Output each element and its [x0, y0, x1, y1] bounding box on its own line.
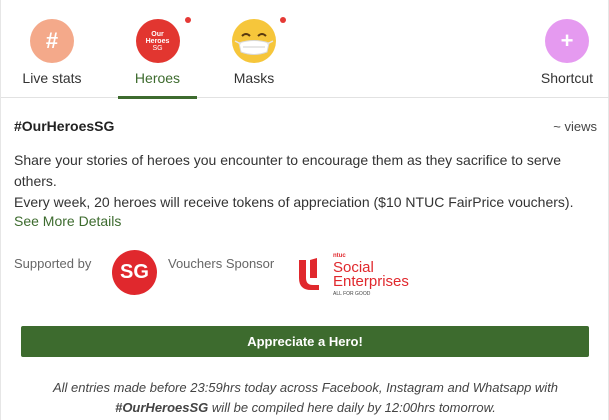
social-enterprises-logo: ntuc Social Enterprises ALL FOR GOOD — [297, 248, 417, 300]
tab-shortcut[interactable]: + Shortcut — [530, 0, 604, 98]
logo-line: Our — [151, 30, 164, 38]
face-mask-icon — [232, 19, 276, 63]
notification-dot — [185, 17, 191, 23]
tab-masks[interactable]: Masks — [215, 0, 293, 98]
page-frame: # Live stats Our Heroes SG Heroes Masks … — [0, 0, 609, 420]
active-tab-indicator — [118, 96, 197, 99]
footnote-hashtag: #OurHeroesSG — [115, 400, 209, 415]
notification-dot — [280, 17, 286, 23]
see-more-details-link[interactable]: See More Details — [14, 213, 121, 229]
hash-icon: # — [30, 19, 74, 63]
tab-live-stats[interactable]: # Live stats — [9, 0, 95, 98]
views-count: ~ views — [553, 119, 597, 134]
plus-icon: + — [545, 19, 589, 63]
appreciate-hero-button[interactable]: Appreciate a Hero! — [21, 326, 589, 357]
tab-label: Shortcut — [540, 70, 594, 86]
submission-footnote: All entries made before 23:59hrs today a… — [1, 378, 609, 418]
our-heroes-sg-logo: Our Heroes SG — [135, 19, 180, 63]
tab-bar: # Live stats Our Heroes SG Heroes Masks … — [1, 0, 609, 99]
logo-line: SG — [152, 44, 163, 52]
tab-label: Masks — [233, 70, 275, 86]
tab-label: Heroes — [134, 70, 181, 86]
campaign-title: #OurHeroesSG — [14, 118, 115, 134]
vouchers-sponsor-label: Vouchers Sponsor — [168, 256, 275, 271]
weekly-reward-text: Every week, 20 heroes will receive token… — [14, 194, 574, 210]
footnote-text: will be compiled here daily by 12:00hrs … — [211, 400, 496, 415]
campaign-description: Share your stories of heroes you encount… — [14, 150, 597, 213]
logo-line: Heroes — [145, 37, 170, 45]
sponsor-logo-line2: Enterprises — [333, 273, 409, 290]
supported-by-label: Supported by — [14, 256, 92, 271]
tab-label: Live stats — [22, 70, 82, 86]
sponsor-logo-tagline: ALL FOR GOOD — [333, 291, 371, 297]
sg-logo: SG — [112, 250, 157, 295]
footnote-text: All entries made before 23:59hrs today a… — [52, 380, 559, 395]
tab-heroes[interactable]: Our Heroes SG Heroes — [118, 0, 197, 99]
description-text: Share your stories of heroes you encount… — [14, 152, 562, 189]
